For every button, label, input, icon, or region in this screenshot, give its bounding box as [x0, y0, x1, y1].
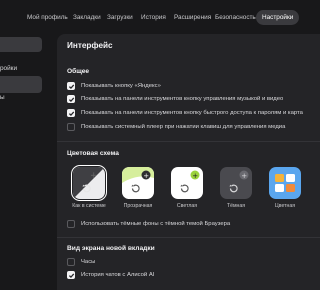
option-label: История чатов с Алисой AI [81, 272, 155, 278]
option-label: Использовать тёмные фоны с тёмной темой … [81, 221, 231, 227]
theme-label-dark: Тёмная [226, 203, 246, 209]
general-heading: Общее [67, 68, 90, 75]
option-clock[interactable]: Часы [67, 257, 95, 267]
theme-label-transparent: Прозрачная [123, 203, 153, 209]
theme-label-light: Светлая [176, 203, 198, 209]
checkbox-unchecked-icon[interactable] [67, 220, 75, 228]
checkbox-checked-icon[interactable] [67, 95, 75, 103]
option-alice-history[interactable]: История чатов с Алисой AI [67, 270, 154, 280]
option-label: Показывать на панели инструментов кнопку… [81, 110, 303, 116]
option-passwords-button[interactable]: Показывать на панели инструментов кнопку… [67, 108, 303, 118]
svg-text:+: + [143, 172, 149, 180]
sidebar-item-settings[interactable]: ройки [0, 65, 17, 72]
checkbox-checked-icon[interactable] [67, 109, 75, 117]
new-tab-heading: Вид экрана новой вкладки [67, 245, 155, 252]
dark-theme-icon[interactable]: + [220, 167, 252, 199]
colored-theme-icon[interactable] [269, 167, 301, 199]
sidebar-item-interface-highlight[interactable] [0, 76, 42, 93]
option-system-player[interactable]: Показывать системный плеер при нажатии к… [67, 122, 285, 132]
checkbox-unchecked-icon[interactable] [67, 123, 75, 131]
system-theme-icon[interactable]: + [70, 164, 108, 202]
svg-text:+: + [241, 172, 247, 180]
svg-text:+: + [192, 172, 198, 180]
sidebar: ройки ы [0, 34, 50, 290]
section-title-interface: Интерфейс [67, 41, 113, 50]
checkbox-checked-icon[interactable] [67, 271, 75, 279]
divider [57, 237, 320, 238]
tab-extensions[interactable]: Расширения [174, 10, 211, 25]
tab-downloads[interactable]: Загрузки [107, 10, 133, 25]
option-yandex-button[interactable]: Показывать кнопку «Яндекс» [67, 81, 161, 91]
option-label: Показывать системный плеер при нажатии к… [81, 124, 286, 130]
svg-text:+: + [90, 171, 98, 181]
light-theme-icon[interactable]: + [171, 167, 203, 199]
option-label: Показывать кнопку «Яндекс» [81, 83, 161, 89]
theme-label-system: Как в системе [72, 203, 106, 209]
option-dark-backgrounds[interactable]: Использовать тёмные фоны с тёмной темой … [67, 219, 230, 229]
checkbox-unchecked-icon[interactable] [67, 258, 75, 266]
option-label: Часы [81, 259, 96, 265]
tab-settings[interactable]: Настройки [256, 10, 300, 25]
tab-profile[interactable]: Мой профиль [27, 10, 68, 25]
option-music-button[interactable]: Показывать на панели инструментов кнопку… [67, 94, 283, 104]
sidebar-item-other[interactable]: ы [0, 94, 5, 101]
tab-bookmarks[interactable]: Закладки [73, 10, 101, 25]
divider [57, 141, 320, 142]
top-navigation: Мой профиль Закладки Загрузки История Ра… [0, 0, 320, 34]
sidebar-search-input[interactable] [0, 37, 42, 52]
option-label: Показывать на панели инструментов кнопку… [81, 96, 284, 102]
transparent-theme-icon[interactable]: + [122, 167, 154, 199]
checkbox-checked-icon[interactable] [67, 82, 75, 90]
color-scheme-heading: Цветовая схема [67, 150, 119, 157]
theme-label-colored: Цветная [274, 203, 296, 209]
tab-security[interactable]: Безопасность [215, 10, 256, 25]
tab-history[interactable]: История [141, 10, 166, 25]
